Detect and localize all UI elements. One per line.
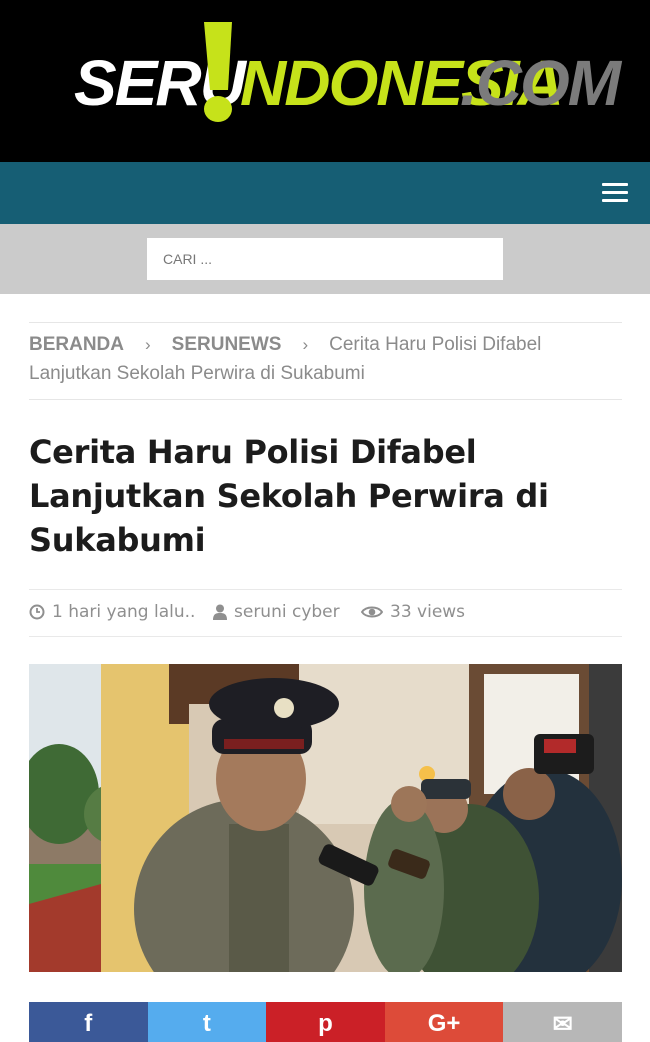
article-featured-image — [29, 664, 622, 972]
google-plus-share-button[interactable]: G+ — [384, 1002, 504, 1042]
clock-icon — [29, 604, 45, 620]
meta-author-text: seruni cyber — [234, 602, 340, 622]
meta-author[interactable]: seruni cyber — [213, 602, 340, 622]
share-buttons: f t p G+ ✉ — [29, 1002, 622, 1042]
chevron-right-icon: › — [145, 335, 151, 354]
exclamation-logo-icon — [204, 22, 232, 122]
user-icon — [213, 604, 227, 620]
site-header: SERU NDONESIA .COM — [0, 0, 650, 162]
twitter-share-button[interactable]: t — [147, 1002, 267, 1042]
meta-views: 33 views — [361, 602, 465, 622]
meta-time: 1 hari yang lalu.. — [29, 602, 195, 622]
pinterest-icon: p — [318, 1010, 333, 1037]
hamburger-menu-icon[interactable] — [602, 181, 630, 205]
breadcrumb-home-link[interactable]: BERANDA — [29, 334, 124, 355]
email-icon: ✉ — [552, 1011, 573, 1038]
breadcrumb-current: Cerita Haru Polisi Difabel — [329, 334, 542, 355]
logo-text-com: .COM — [460, 47, 621, 119]
breadcrumb-row: BERANDA › SERUNEWS › Cerita Haru Polisi Difa… — [29, 334, 541, 356]
meta-time-text: 1 hari yang lalu.. — [52, 602, 196, 622]
email-share-button[interactable]: ✉ — [503, 1002, 622, 1042]
article-meta: 1 hari yang lalu.. seruni cyber 33 views — [29, 589, 622, 637]
breadcrumb: BERANDA › SERUNEWS › Cerita Haru Polisi Difa… — [29, 322, 622, 400]
breadcrumb-current-continued: Lanjutkan Sekolah Perwira di Sukabumi — [29, 363, 365, 384]
meta-views-text: 33 views — [390, 602, 466, 622]
pinterest-share-button[interactable]: p — [266, 1002, 385, 1042]
article-title: Cerita Haru Polisi Difabel Lanjutkan Sek… — [29, 433, 549, 559]
eye-icon — [361, 606, 383, 618]
google-plus-icon: G+ — [427, 1010, 461, 1037]
facebook-share-button[interactable]: f — [29, 1002, 148, 1042]
chevron-right-icon: › — [302, 335, 309, 354]
site-logo[interactable]: SERU NDONESIA .COM — [70, 18, 621, 128]
twitter-icon: t — [202, 1010, 211, 1037]
search-input[interactable] — [147, 238, 503, 280]
facebook-icon: f — [84, 1010, 93, 1037]
breadcrumb-category-link[interactable]: SERUNEWS — [172, 334, 282, 355]
search-bar — [0, 224, 650, 294]
navigation-bar — [0, 162, 650, 224]
photo-police-officer-press — [29, 664, 622, 972]
